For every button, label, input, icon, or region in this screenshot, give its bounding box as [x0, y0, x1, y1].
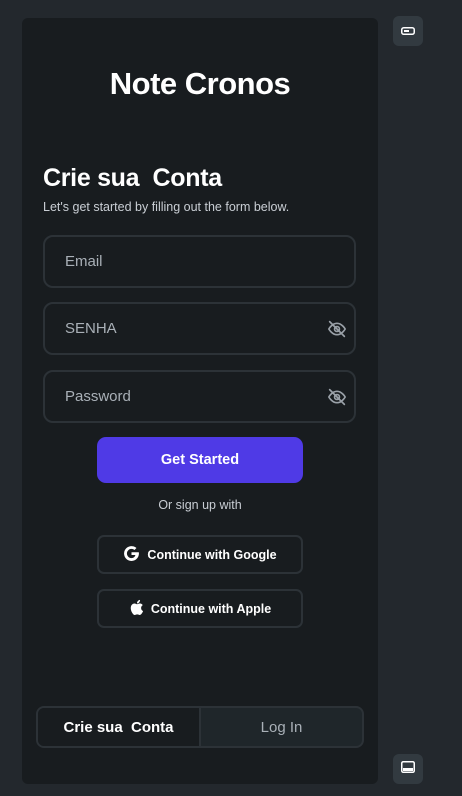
form-subtitle: Let's get started by filling out the for… [43, 200, 290, 214]
panel-icon [401, 760, 415, 778]
password-input[interactable] [65, 388, 305, 405]
auth-tabs: Crie sua Conta Log In [36, 706, 364, 748]
google-icon [123, 545, 140, 565]
tab-log-in[interactable]: Log In [201, 708, 362, 746]
toggle-button[interactable] [393, 16, 423, 46]
google-signin-button[interactable]: Continue with Google [97, 535, 303, 574]
form-heading: Crie sua Conta [43, 164, 222, 192]
toggle-icon [401, 22, 415, 40]
google-signin-label: Continue with Google [147, 547, 277, 562]
senha-input[interactable] [65, 320, 305, 337]
tab-create-account[interactable]: Crie sua Conta [38, 708, 201, 746]
eye-off-icon[interactable] [326, 387, 348, 407]
apple-signin-button[interactable]: Continue with Apple [97, 589, 303, 628]
password-field[interactable] [43, 370, 356, 423]
panel-button[interactable] [393, 754, 423, 784]
apple-signin-label: Continue with Apple [150, 601, 272, 616]
apple-icon [129, 599, 144, 619]
or-sign-up-text: Or sign up with [158, 498, 242, 512]
app-title: Note Cronos [109, 66, 291, 101]
signup-card: Note Cronos Crie sua Conta Let's get sta… [22, 18, 378, 784]
email-field[interactable] [43, 235, 356, 288]
get-started-button[interactable]: Get Started [97, 437, 303, 483]
senha-field[interactable] [43, 302, 356, 355]
email-input[interactable] [65, 253, 305, 270]
eye-off-icon[interactable] [326, 319, 348, 339]
